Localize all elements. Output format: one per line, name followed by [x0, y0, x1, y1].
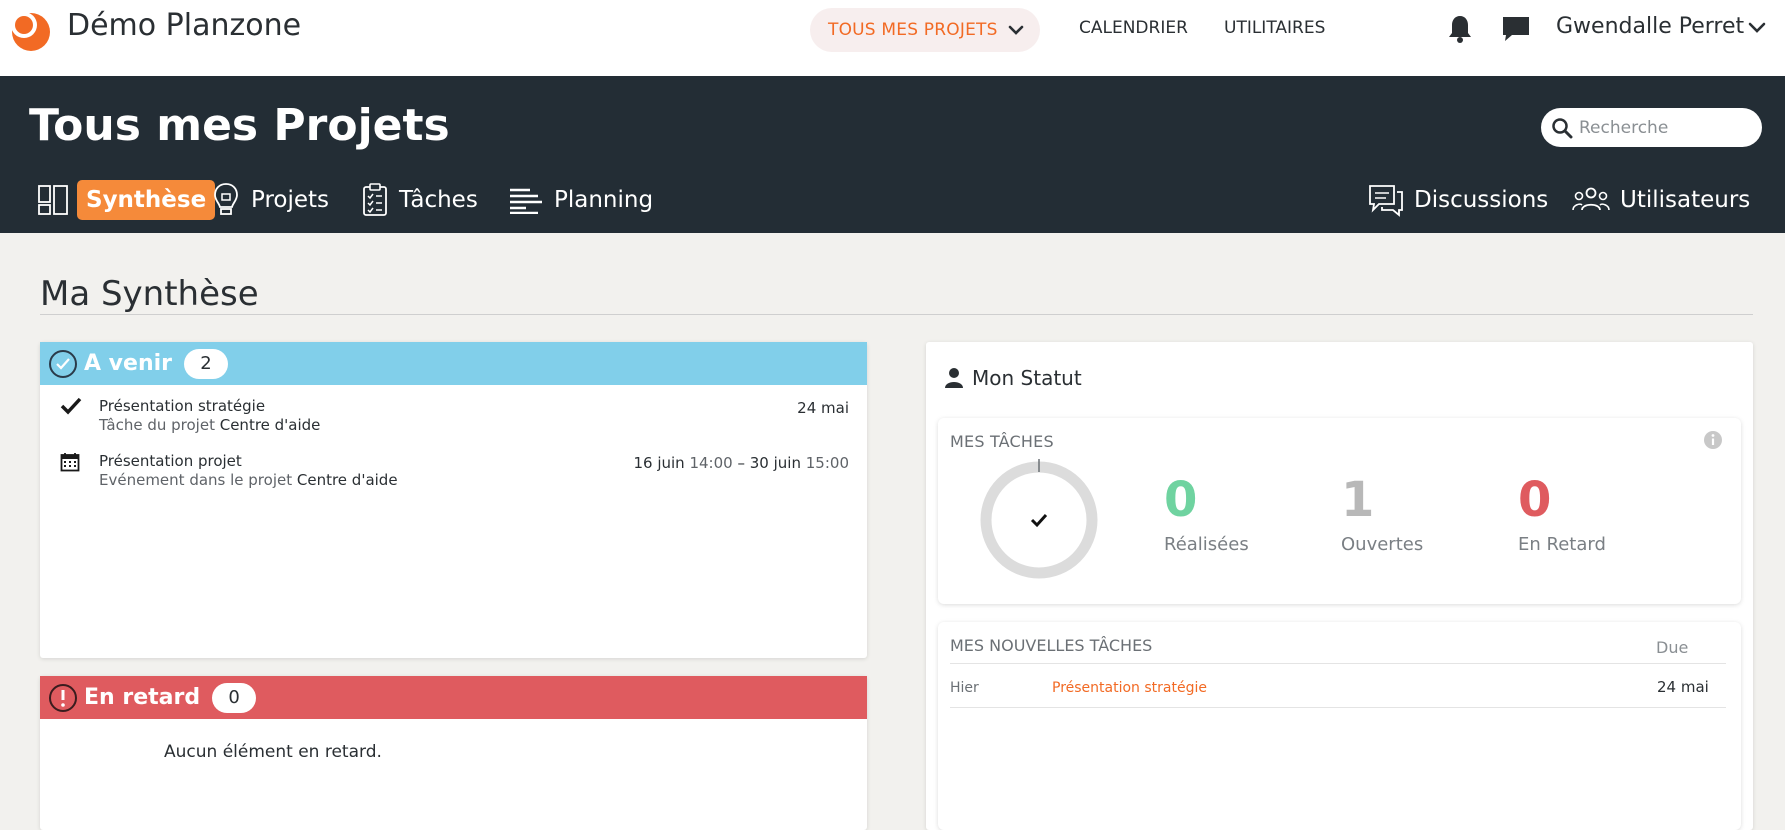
page-title: Tous mes Projets — [29, 100, 450, 151]
tab-taches-label: Tâches — [399, 187, 478, 213]
row-due: 24 mai — [1657, 678, 1709, 696]
stat-done-label: Réalisées — [1164, 534, 1249, 555]
dashboard-icon — [38, 185, 68, 215]
top-bar: Démo Planzone TOUS MES PROJETS CALENDRIE… — [0, 0, 1785, 76]
item-project-link[interactable]: Centre d'aide — [220, 416, 321, 434]
upcoming-header[interactable]: A venir 2 — [40, 342, 867, 385]
chat-icon[interactable] — [1500, 14, 1532, 44]
list-item[interactable]: Présentation projet Evénement dans le pr… — [40, 452, 867, 502]
row-when: Hier — [950, 680, 979, 696]
stat-done-value: 0 — [1164, 472, 1198, 528]
late-empty-message: Aucun élément en retard. — [164, 742, 382, 762]
upcoming-card: A venir 2 Présentation stratégie Tâche d… — [40, 342, 867, 658]
tab-planning-label: Planning — [554, 187, 654, 213]
new-tasks-card: MES NOUVELLES TÂCHES Due Hier Présentati… — [938, 622, 1741, 830]
check-circle-icon — [49, 349, 77, 378]
tab-synthese[interactable]: Synthèse — [77, 180, 216, 220]
calendar-link[interactable]: CALENDRIER — [1079, 18, 1188, 38]
my-tasks-label: MES TÂCHES — [950, 432, 1054, 451]
item-title[interactable]: Présentation projet — [99, 452, 242, 470]
stat-open-value: 1 — [1341, 472, 1375, 528]
search-box[interactable] — [1541, 108, 1762, 147]
tab-projets-label: Projets — [251, 187, 330, 213]
tab-utilisateurs-label: Utilisateurs — [1620, 187, 1751, 213]
project-header: Tous mes Projets Synthèse Projets — [0, 76, 1785, 233]
chevron-down-icon — [1008, 25, 1023, 35]
user-name: Gwendalle Perret — [1556, 14, 1745, 39]
tab-projets[interactable]: Projets — [211, 180, 329, 220]
check-icon — [60, 397, 82, 415]
completion-donut — [980, 459, 1098, 579]
new-tasks-header: MES NOUVELLES TÂCHES Due — [950, 636, 1726, 664]
item-date: 24 mai — [797, 399, 849, 417]
users-icon — [1572, 187, 1610, 211]
status-title-row: Mon Statut — [944, 366, 1082, 390]
all-projects-label: TOUS MES PROJETS — [828, 20, 998, 40]
tab-discussions[interactable]: Discussions — [1368, 180, 1548, 220]
stat-done[interactable]: 0 Réalisées — [1164, 476, 1304, 555]
upcoming-count-badge: 2 — [184, 348, 228, 379]
user-icon — [945, 368, 963, 388]
search-icon — [1552, 117, 1573, 138]
section-title: Ma Synthèse — [40, 274, 259, 314]
user-menu[interactable]: Gwendalle Perret — [1556, 14, 1766, 39]
planzone-logo[interactable] — [6, 6, 52, 52]
item-title[interactable]: Présentation stratégie — [99, 397, 265, 415]
tab-utilisateurs[interactable]: Utilisateurs — [1572, 180, 1750, 220]
tab-dashboard-toggle[interactable] — [37, 180, 79, 220]
search-input[interactable] — [1579, 117, 1749, 138]
discussion-icon — [1369, 185, 1403, 217]
table-row[interactable]: Hier Présentation stratégie 24 mai — [950, 674, 1726, 708]
all-projects-dropdown[interactable]: TOUS MES PROJETS — [810, 8, 1040, 52]
item-subtitle: Tâche du projet Centre d'aide — [99, 416, 321, 434]
lightbulb-icon — [214, 183, 238, 215]
my-tasks-card: MES TÂCHES 0 Réalisées 1 Ouvertes 0 En R… — [938, 418, 1741, 604]
status-title: Mon Statut — [972, 366, 1082, 390]
calendar-icon — [60, 453, 80, 472]
stat-open[interactable]: 1 Ouvertes — [1341, 476, 1481, 555]
late-count-badge: 0 — [212, 682, 257, 713]
info-icon[interactable] — [1703, 430, 1723, 450]
list-item[interactable]: Présentation stratégie Tâche du projet C… — [40, 397, 867, 447]
app-title[interactable]: Démo Planzone — [67, 8, 301, 43]
item-project-link[interactable]: Centre d'aide — [297, 471, 398, 489]
bell-icon[interactable] — [1446, 14, 1474, 44]
clipboard-icon — [363, 183, 387, 216]
new-tasks-label: MES NOUVELLES TÂCHES — [950, 636, 1153, 655]
row-task-link[interactable]: Présentation stratégie — [1052, 680, 1207, 696]
stat-late-label: En Retard — [1518, 534, 1606, 555]
stat-late-value: 0 — [1518, 472, 1552, 528]
late-header[interactable]: En retard 0 — [40, 676, 867, 719]
stat-late[interactable]: 0 En Retard — [1518, 476, 1658, 555]
tab-planning[interactable]: Planning — [508, 180, 653, 220]
tab-discussions-label: Discussions — [1414, 187, 1549, 213]
due-column-header[interactable]: Due — [1656, 638, 1688, 657]
tab-taches[interactable]: Tâches — [361, 180, 478, 220]
status-card: Mon Statut MES TÂCHES 0 Réalisées 1 Ouve… — [926, 342, 1753, 830]
stat-open-label: Ouvertes — [1341, 534, 1424, 555]
late-title: En retard — [84, 685, 201, 710]
chevron-down-icon — [1748, 22, 1766, 33]
late-card: En retard 0 Aucun élément en retard. — [40, 676, 867, 830]
item-subtitle: Evénement dans le projet Centre d'aide — [99, 471, 398, 489]
gantt-icon — [510, 188, 542, 214]
utilities-link[interactable]: UTILITAIRES — [1224, 18, 1325, 38]
tab-synthese-label: Synthèse — [86, 187, 207, 213]
alert-circle-icon — [49, 683, 77, 712]
section-divider — [40, 314, 1753, 315]
item-date-range: 16 juin 14:00 – 30 juin 15:00 — [633, 454, 849, 472]
upcoming-title: A venir — [84, 351, 172, 376]
